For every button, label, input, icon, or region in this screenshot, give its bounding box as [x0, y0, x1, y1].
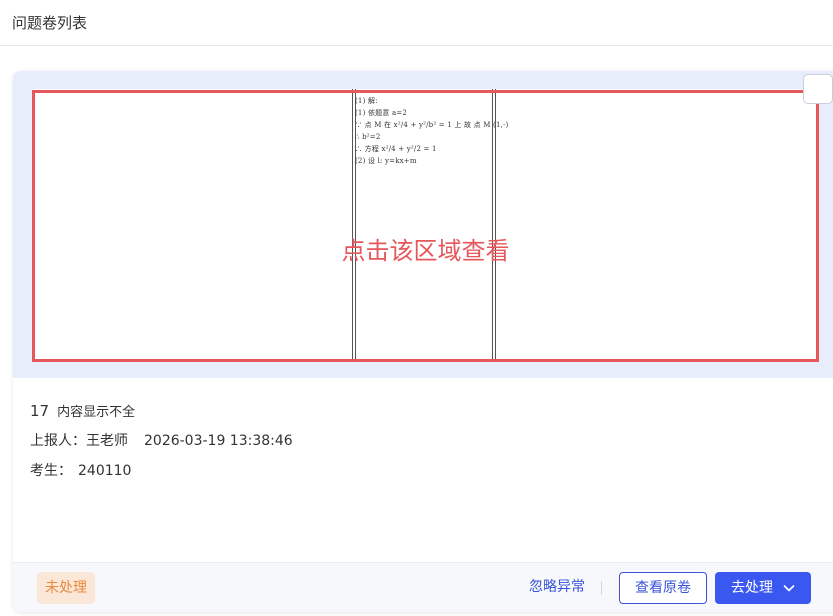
chevron-down-icon	[783, 585, 795, 592]
status-badge: 未处理	[37, 572, 95, 604]
issue-number: 17	[30, 402, 50, 420]
answer-sheet-preview[interactable]: (1) 解: (1) 依题意 a=2 ∵ 点 M 在 x²/4 + y²/b² …	[13, 71, 833, 378]
examinee-label: 考生：	[30, 463, 72, 479]
click-area-highlight[interactable]: 点击该区域查看	[32, 90, 819, 362]
process-button-label: 去处理	[731, 580, 773, 596]
issue-description: 内容显示不全	[57, 405, 136, 420]
reporter-label: 上报人：	[30, 433, 86, 449]
problem-paper-card: (1) 解: (1) 依题意 a=2 ∵ 点 M 在 x²/4 + y²/b² …	[13, 71, 833, 612]
card-footer: 未处理 忽略异常 查看原卷 去处理	[13, 562, 833, 612]
issue-row: 17 内容显示不全	[30, 401, 293, 431]
page-title: 问题卷列表	[12, 14, 88, 32]
reporter-row: 上报人：王老师 2026-03-19 13:38:46	[30, 431, 293, 461]
process-button[interactable]: 去处理	[715, 572, 811, 604]
examinee-row: 考生： 240110	[30, 461, 293, 491]
view-original-button[interactable]: 查看原卷	[619, 572, 707, 604]
examinee-id: 240110	[78, 463, 132, 479]
reporter-name: 王老师	[86, 433, 128, 449]
ignore-exception-link[interactable]: 忽略异常	[529, 577, 585, 597]
page-header: 问题卷列表	[0, 0, 833, 46]
checkbox-icon[interactable]	[803, 74, 833, 104]
report-time: 2026-03-19 13:38:46	[144, 433, 293, 449]
divider	[601, 581, 602, 595]
card-info: 17 内容显示不全 上报人：王老师 2026-03-19 13:38:46 考生： 2…	[30, 401, 293, 491]
click-to-view-hint: 点击该区域查看	[341, 237, 510, 265]
